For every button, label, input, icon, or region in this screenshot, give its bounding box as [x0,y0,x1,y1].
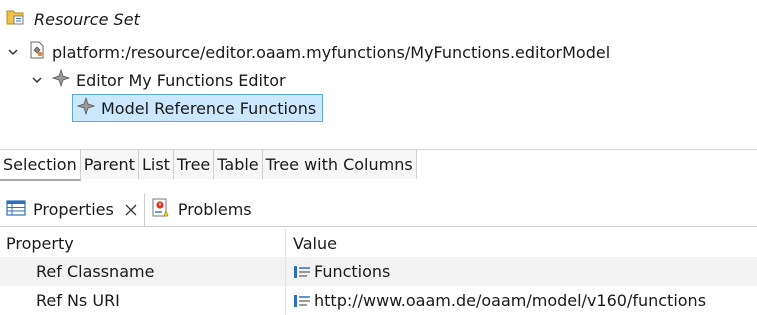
view-tabbar: Properties Problems [0,193,757,227]
tab-properties-label: Properties [33,200,114,219]
table-header-row: Property Value [0,229,757,257]
chevron-down-icon[interactable] [30,73,44,87]
tree-item-label: Model Reference Functions [101,98,317,118]
tab-tree-with-columns[interactable]: Tree with Columns [262,150,417,179]
column-header-property[interactable]: Property [0,229,286,257]
property-name: Ref Classname [36,262,155,281]
properties-table: Property Value Ref Classname Functions R… [0,229,757,315]
tab-problems[interactable]: Problems [145,193,258,226]
tree-item-label: Editor My Functions Editor [76,70,286,90]
property-value: http://www.oaam.de/oaam/model/v160/funct… [314,291,707,310]
tab-parent[interactable]: Parent [80,150,139,179]
column-header-value[interactable]: Value [286,229,757,257]
table-row[interactable]: Ref Ns URI http://www.oaam.de/oaam/model… [0,286,757,315]
resource-set-header: Resource Set [6,7,140,31]
tab-table[interactable]: Table [214,150,263,179]
chevron-down-icon[interactable] [6,45,20,59]
diamond-node-icon [51,68,71,91]
tree-item-editor[interactable]: Editor My Functions Editor [30,67,286,93]
text-value-icon [293,265,311,279]
table-row[interactable]: Ref Classname Functions [0,257,757,286]
tab-selection[interactable]: Selection [0,150,81,181]
tree-item-model-reference[interactable]: Model Reference Functions [72,94,324,122]
text-value-icon [293,294,311,308]
tree-item-root[interactable]: platform:/resource/editor.oaam.myfunctio… [6,39,610,65]
properties-table-icon [6,199,26,221]
model-file-icon [28,41,46,63]
resource-set-title: Resource Set [34,9,140,29]
tab-properties[interactable]: Properties [0,193,145,226]
viewer-tabbar: Selection Parent List Tree Table Tree wi… [0,149,757,181]
tab-problems-label: Problems [177,200,252,219]
property-value: Functions [314,262,391,281]
folder-resource-icon [6,8,26,30]
problems-icon [151,198,171,222]
close-icon[interactable] [124,203,138,217]
tab-list[interactable]: List [138,150,174,179]
tree-item-label: platform:/resource/editor.oaam.myfunctio… [52,42,611,62]
property-name: Ref Ns URI [36,291,120,310]
tab-tree[interactable]: Tree [173,150,215,179]
diamond-node-icon [76,96,96,119]
